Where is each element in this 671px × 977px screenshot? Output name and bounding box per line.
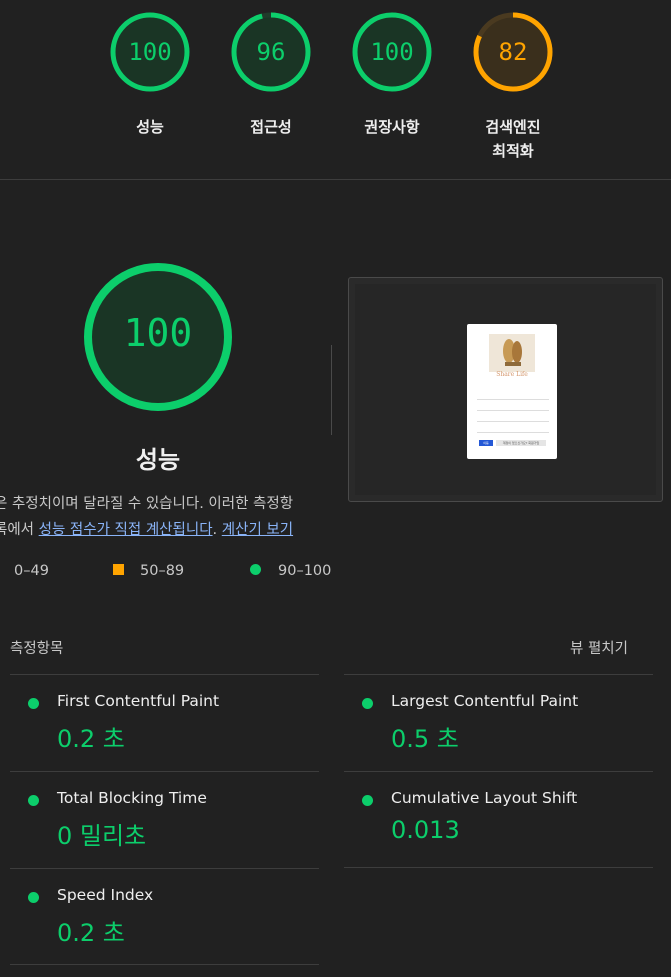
gauge-performance[interactable]: 100 성능 [109,11,191,139]
pass-circle-icon [28,698,39,709]
form-lines [477,394,549,433]
gauge-label: 접근성 [250,118,292,136]
app-name: Share Life [496,371,528,378]
legend-average: 50–89 [113,563,184,579]
legend-fail: 0–49 [14,563,49,579]
legend-pass: 90–100 [250,563,331,579]
pass-circle-icon [28,795,39,806]
section-divider [0,179,671,180]
metric-title: Total Blocking Time [57,789,207,807]
metric-largest-contentful-paint: Largest Contentful Paint 0.5 초 [344,674,653,771]
pass-circle-icon [362,795,373,806]
calculator-link[interactable]: 계산기 보기 [222,522,293,538]
gauge-seo[interactable]: 82 검색엔진최적화 [472,11,554,163]
performance-score: 100 [123,311,193,355]
metric-divider [10,964,319,965]
gauge-score: 100 [128,38,172,66]
description-separator: . [212,522,222,538]
metric-total-blocking-time: Total Blocking Time 0 밀리초 [10,771,319,868]
metric-value: 0.5 초 [391,725,459,753]
gauge-label-line1: 검색엔진 [485,118,541,136]
pass-circle-icon [28,892,39,903]
gauge-label-line2: 최적화 [492,142,534,160]
login-button[interactable]: 이동 [479,440,493,446]
gauge-best-practices[interactable]: 100 권장사항 [351,11,433,139]
logo-graphic [503,339,522,366]
gauge-label: 권장사항 [364,118,420,136]
performance-description-line1: 은 추정치이며 달라질 수 있습니다. 이러한 측정항 [0,496,294,512]
metrics-header: 측정항목 [10,641,64,657]
legend-pass-label: 90–100 [278,563,332,579]
performance-title: 성능 [135,446,181,474]
gauge-score: 96 [256,38,286,66]
signup-button[interactable]: 계정이 없으신가요? 회원가입 [496,440,546,446]
metric-value: 0.013 [391,816,460,844]
gauge-score: 100 [370,38,414,66]
description-text: 록에서 [0,522,35,538]
metric-value: 0.2 초 [57,919,125,947]
gauge-accessibility[interactable]: 96 접근성 [230,11,312,139]
page-thumbnail: Share Life 이동 계정이 없으신가요? 회원가입 [467,324,557,459]
metric-speed-index: Speed Index 0.2 초 [10,868,319,965]
app-logo-image [489,334,535,372]
final-screenshot-preview[interactable]: Share Life 이동 계정이 없으신가요? 회원가입 [348,277,663,502]
gauge-score: 82 [498,38,528,66]
metric-value: 0.2 초 [57,725,125,753]
screenshot-frame: Share Life 이동 계정이 없으신가요? 회원가입 [355,284,656,495]
pass-circle-icon [362,698,373,709]
gauge-label: 성능 [136,118,164,136]
gauge-label: 검색엔진최적화 [452,115,574,163]
circle-icon [250,564,261,575]
square-icon [113,564,124,575]
legend-fail-label: 0–49 [14,563,49,579]
metric-divider [344,867,653,868]
metric-title: Largest Contentful Paint [391,692,579,710]
metric-title: Speed Index [57,886,154,904]
metric-first-contentful-paint: First Contentful Paint 0.2 초 [10,674,319,771]
expand-view-toggle[interactable]: 뷰 펼치기 [570,637,628,658]
metric-cumulative-layout-shift: Cumulative Layout Shift 0.013 [344,771,653,868]
metric-value: 0 밀리초 [57,822,147,850]
score-calculation-link[interactable]: 성능 점수가 직접 계산됩니다 [39,522,213,538]
metric-title: Cumulative Layout Shift [391,789,578,807]
legend-average-label: 50–89 [140,563,185,579]
vertical-divider [331,345,332,435]
metric-title: First Contentful Paint [57,692,220,710]
performance-description-line2: 록에서 성능 점수가 직접 계산됩니다. 계산기 보기 [0,518,293,539]
